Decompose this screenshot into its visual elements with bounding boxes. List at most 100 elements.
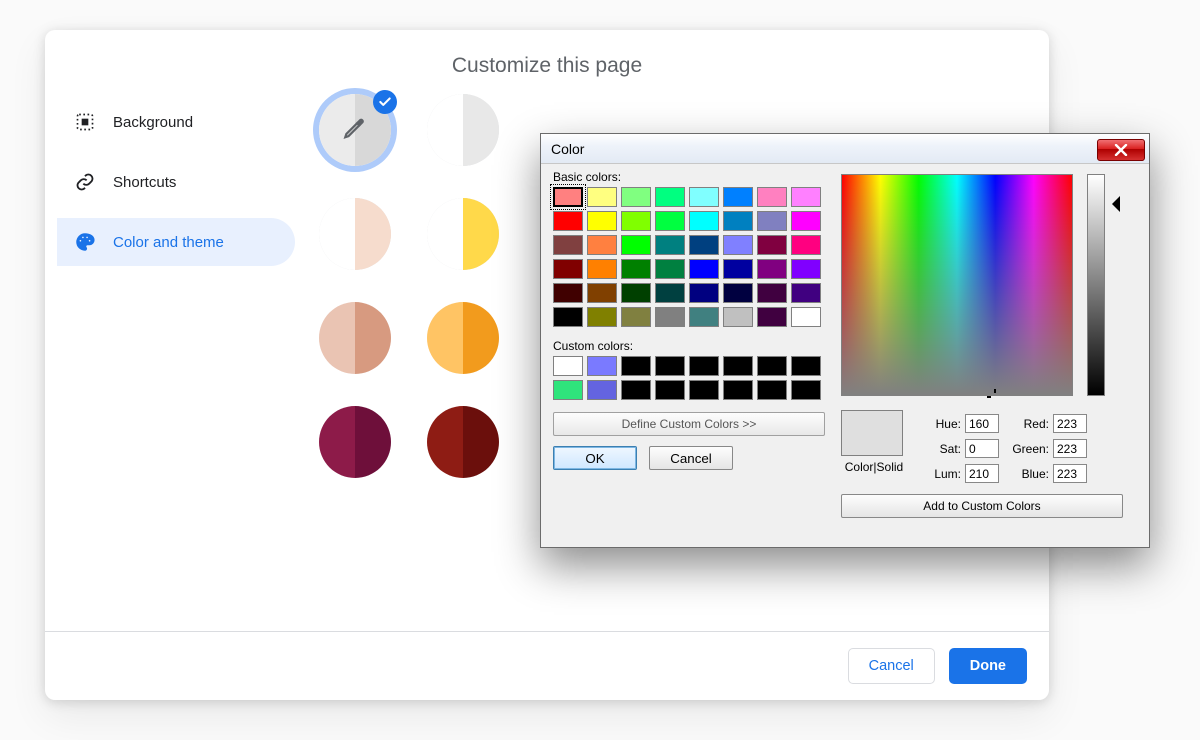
basic-color-swatch[interactable] xyxy=(553,211,583,231)
basic-color-swatch[interactable] xyxy=(689,259,719,279)
basic-color-swatch[interactable] xyxy=(655,187,685,207)
basic-color-swatch[interactable] xyxy=(757,187,787,207)
basic-color-swatch[interactable] xyxy=(587,307,617,327)
sat-input[interactable] xyxy=(965,439,999,458)
blue-label: Blue: xyxy=(1003,467,1049,481)
basic-color-swatch[interactable] xyxy=(621,259,651,279)
basic-color-swatch[interactable] xyxy=(757,283,787,303)
sidebar-item-background[interactable]: Background xyxy=(57,98,295,146)
basic-color-swatch[interactable] xyxy=(791,235,821,255)
basic-color-swatch[interactable] xyxy=(723,283,753,303)
theme-swatch[interactable] xyxy=(319,302,391,374)
cancel-button[interactable]: Cancel xyxy=(848,648,935,684)
basic-color-swatch[interactable] xyxy=(655,211,685,231)
lum-input[interactable] xyxy=(965,464,999,483)
custom-color-swatch[interactable] xyxy=(791,380,821,400)
custom-color-swatch[interactable] xyxy=(587,356,617,376)
custom-color-swatch[interactable] xyxy=(621,356,651,376)
theme-swatch[interactable] xyxy=(319,94,391,166)
cancel-button[interactable]: Cancel xyxy=(649,446,733,470)
basic-color-swatch[interactable] xyxy=(791,307,821,327)
close-button[interactable] xyxy=(1097,139,1145,161)
basic-color-swatch[interactable] xyxy=(621,235,651,255)
red-input[interactable] xyxy=(1053,414,1087,433)
dialog-footer: Cancel Done xyxy=(45,631,1049,700)
custom-color-swatch[interactable] xyxy=(553,380,583,400)
done-button[interactable]: Done xyxy=(949,648,1027,684)
custom-color-swatch[interactable] xyxy=(723,356,753,376)
custom-color-swatch[interactable] xyxy=(553,356,583,376)
sidebar-item-shortcuts[interactable]: Shortcuts xyxy=(57,158,295,206)
custom-color-swatch[interactable] xyxy=(621,380,651,400)
basic-color-swatch[interactable] xyxy=(791,259,821,279)
sidebar-item-label: Color and theme xyxy=(113,234,224,251)
basic-color-swatch[interactable] xyxy=(757,259,787,279)
basic-color-swatch[interactable] xyxy=(689,235,719,255)
basic-color-swatch[interactable] xyxy=(553,187,583,207)
color-preview-box xyxy=(841,410,903,456)
basic-color-swatch[interactable] xyxy=(553,307,583,327)
basic-color-swatch[interactable] xyxy=(689,187,719,207)
theme-swatch[interactable] xyxy=(319,198,391,270)
basic-color-swatch[interactable] xyxy=(757,211,787,231)
theme-swatch[interactable] xyxy=(427,302,499,374)
basic-color-swatch[interactable] xyxy=(689,283,719,303)
basic-color-swatch[interactable] xyxy=(621,187,651,207)
custom-color-swatch[interactable] xyxy=(757,356,787,376)
hue-input[interactable] xyxy=(965,414,999,433)
basic-color-swatch[interactable] xyxy=(723,235,753,255)
basic-color-swatch[interactable] xyxy=(689,307,719,327)
theme-swatch[interactable] xyxy=(427,198,499,270)
basic-color-swatch[interactable] xyxy=(655,283,685,303)
basic-color-swatch[interactable] xyxy=(587,259,617,279)
basic-color-swatch[interactable] xyxy=(723,307,753,327)
checkmark-icon xyxy=(373,90,397,114)
custom-color-swatch[interactable] xyxy=(757,380,787,400)
basic-color-swatch[interactable] xyxy=(757,307,787,327)
blue-input[interactable] xyxy=(1053,464,1087,483)
basic-color-swatch[interactable] xyxy=(723,259,753,279)
image-frame-icon xyxy=(75,112,95,132)
basic-color-swatch[interactable] xyxy=(655,259,685,279)
hue-label: Hue: xyxy=(925,417,961,431)
basic-color-swatch[interactable] xyxy=(723,187,753,207)
basic-color-swatch[interactable] xyxy=(621,211,651,231)
basic-color-swatch[interactable] xyxy=(587,235,617,255)
basic-color-swatch[interactable] xyxy=(655,235,685,255)
eyedropper-icon xyxy=(342,115,368,146)
basic-color-swatch[interactable] xyxy=(723,211,753,231)
custom-color-swatch[interactable] xyxy=(791,356,821,376)
custom-color-swatch[interactable] xyxy=(655,380,685,400)
custom-color-swatch[interactable] xyxy=(689,356,719,376)
basic-color-swatch[interactable] xyxy=(587,187,617,207)
basic-color-swatch[interactable] xyxy=(791,283,821,303)
custom-color-swatch[interactable] xyxy=(587,380,617,400)
custom-color-swatch[interactable] xyxy=(723,380,753,400)
basic-color-swatch[interactable] xyxy=(621,283,651,303)
basic-color-swatch[interactable] xyxy=(689,211,719,231)
sidebar-item-color-and-theme[interactable]: Color and theme xyxy=(57,218,295,266)
add-to-custom-colors-button[interactable]: Add to Custom Colors xyxy=(841,494,1123,518)
color-gradient-canvas[interactable] xyxy=(841,174,1073,396)
theme-swatch[interactable] xyxy=(427,94,499,166)
basic-color-swatch[interactable] xyxy=(621,307,651,327)
color-picker-dialog: Color Basic colors: Custom colors: Defin… xyxy=(540,133,1150,548)
custom-color-swatch[interactable] xyxy=(655,356,685,376)
theme-swatch[interactable] xyxy=(319,406,391,478)
define-custom-colors-button[interactable]: Define Custom Colors >> xyxy=(553,412,825,436)
theme-swatch[interactable] xyxy=(427,406,499,478)
basic-color-swatch[interactable] xyxy=(757,235,787,255)
basic-color-swatch[interactable] xyxy=(587,211,617,231)
basic-color-swatch[interactable] xyxy=(553,283,583,303)
basic-color-swatch[interactable] xyxy=(791,211,821,231)
luminosity-slider[interactable] xyxy=(1087,174,1105,396)
basic-color-swatch[interactable] xyxy=(587,283,617,303)
ok-button[interactable]: OK xyxy=(553,446,637,470)
basic-color-swatch[interactable] xyxy=(553,235,583,255)
basic-color-swatch[interactable] xyxy=(553,259,583,279)
basic-color-swatch[interactable] xyxy=(655,307,685,327)
custom-color-swatch[interactable] xyxy=(689,380,719,400)
basic-color-swatch[interactable] xyxy=(791,187,821,207)
sidebar-item-label: Shortcuts xyxy=(113,174,176,191)
green-input[interactable] xyxy=(1053,439,1087,458)
